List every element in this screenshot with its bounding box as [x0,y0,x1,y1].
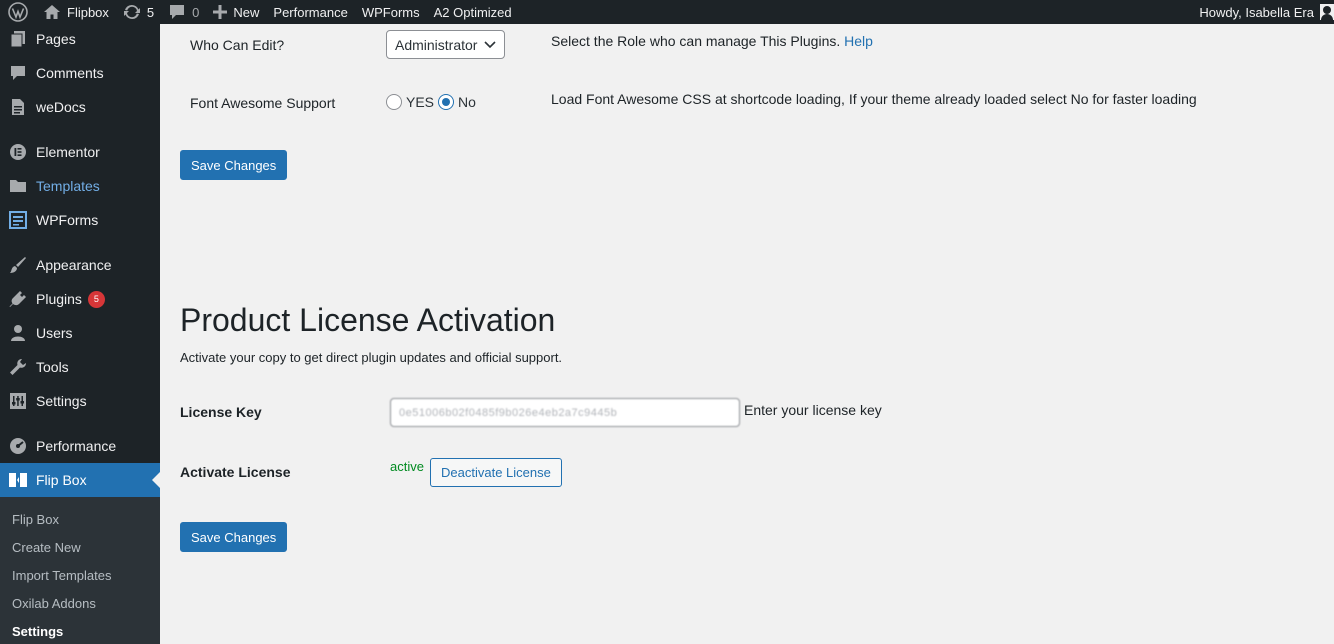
font-awesome-radio-group: YES No [386,94,476,110]
a2-optimized-label: A2 Optimized [433,4,512,20]
sidebar-item-settings[interactable]: Settings [0,384,160,418]
home-icon [44,5,60,19]
sidebar-label-templates: Templates [36,178,100,194]
comment-bubble-icon [170,5,185,19]
license-subtitle: Activate your copy to get direct plugin … [180,350,563,365]
sidebar-label-settings: Settings [36,393,87,409]
who-can-edit-desc-text: Select the Role who can manage This Plug… [551,33,841,49]
main-content: Who Can Edit? Administrator Select the R… [160,24,1334,644]
no-label: No [458,94,476,110]
sidebar-item-users[interactable]: Users [0,316,160,350]
wpforms-icon [0,211,36,229]
paintbrush-icon [0,256,36,274]
sidebar-item-wedocs[interactable]: weDocs [0,90,160,124]
font-awesome-label: Font Awesome Support [190,95,336,111]
sidebar-label-tools: Tools [36,359,69,375]
help-link[interactable]: Help [844,33,873,49]
howdy-text: Howdy, Isabella Era [1199,4,1314,20]
deactivate-license-button[interactable]: Deactivate License [430,458,562,487]
chevron-down-icon [484,40,496,48]
sidebar-item-elementor[interactable]: Elementor [0,135,160,169]
performance-icon [0,437,36,455]
document-icon [0,98,36,116]
sidebar-item-templates[interactable]: Templates [0,169,160,203]
plus-icon [213,5,228,19]
who-can-edit-value: Administrator [395,36,478,53]
font-awesome-description: Load Font Awesome CSS at shortcode loadi… [551,91,1197,107]
submenu-settings[interactable]: Settings [12,624,63,639]
sidebar-label-pages: Pages [36,31,76,47]
font-awesome-yes-radio[interactable] [386,94,402,110]
updates-count: 5 [146,4,155,20]
license-key-input[interactable]: 0e51006b02f0485f9b026e4eb2a7c9445b [390,398,740,427]
sidebar-item-plugins[interactable]: Plugins 5 [0,282,160,316]
activate-license-label: Activate License [180,464,291,480]
sidebar-label-wedocs: weDocs [36,99,86,115]
wrench-icon [0,358,36,376]
performance-label: Performance [273,4,348,20]
sidebar-label-comments: Comments [36,65,104,81]
pages-icon [0,30,36,48]
submenu-create-new[interactable]: Create New [12,540,81,555]
site-name: Flipbox [67,4,109,20]
yes-label: YES [406,94,435,110]
updates-icon [123,4,140,20]
submenu-import-templates[interactable]: Import Templates [12,568,111,583]
folder-icon [0,178,36,194]
sidebar-item-appearance[interactable]: Appearance [0,248,160,282]
plugins-update-badge: 5 [87,290,105,308]
wpforms-label: WPForms [361,4,420,20]
sidebar-item-tools[interactable]: Tools [0,350,160,384]
admin-sidebar: Pages Comments weDocs Elementor Template… [0,24,160,644]
elementor-icon [0,143,36,161]
flipbox-submenu: Flip Box Create New Import Templates Oxi… [0,497,160,644]
license-save-changes-button[interactable]: Save Changes [180,522,288,552]
plugin-icon [0,290,36,308]
who-can-edit-description: Select the Role who can manage This Plug… [551,33,873,49]
license-key-hint: Enter your license key [744,402,882,418]
sidebar-item-performance[interactable]: Performance [0,429,160,463]
who-can-edit-select[interactable]: Administrator [386,30,505,59]
who-can-edit-label: Who Can Edit? [190,37,285,53]
sidebar-label-wpforms: WPForms [36,212,99,228]
submenu-flip-box[interactable]: Flip Box [12,512,59,527]
sidebar-label-performance: Performance [36,438,117,454]
site-name-menu[interactable]: Flipbox [36,0,116,24]
avatar [1320,4,1334,20]
wpforms-menu[interactable]: WPForms [355,0,427,24]
wordpress-logo-icon [8,2,28,22]
save-changes-button[interactable]: Save Changes [180,150,288,180]
wordpress-logo-menu[interactable] [0,0,36,24]
settings-sliders-icon [0,392,36,410]
sidebar-label-plugins: Plugins [36,291,82,307]
license-status-text: active [390,459,424,474]
a2-optimized-menu[interactable]: A2 Optimized [427,0,519,24]
performance-menu[interactable]: Performance [266,0,354,24]
sidebar-item-wpforms[interactable]: WPForms [0,203,160,237]
sidebar-label-appearance: Appearance [36,257,112,273]
sidebar-label-elementor: Elementor [36,144,100,160]
submenu-oxilab-addons[interactable]: Oxilab Addons [12,596,96,611]
sidebar-item-flipbox[interactable]: Flip Box [0,463,160,497]
comments-icon [0,65,36,81]
comments-menu[interactable]: 0 [161,0,206,24]
sidebar-item-comments[interactable]: Comments [0,56,160,90]
sidebar-label-flipbox: Flip Box [36,472,87,488]
new-content-menu[interactable]: New [206,0,266,24]
admin-bar: Flipbox 5 0 New Performance WPForms A2 O… [0,0,1334,24]
sidebar-item-pages[interactable]: Pages [0,22,160,56]
license-key-label: License Key [180,404,262,420]
new-label: New [233,4,260,20]
updates-menu[interactable]: 5 [116,0,161,24]
flipbox-icon [0,471,36,489]
comments-count: 0 [192,4,200,20]
license-heading: Product License Activation [180,302,556,338]
my-account-menu[interactable]: Howdy, Isabella Era [1192,0,1334,24]
user-icon [0,324,36,342]
font-awesome-no-radio[interactable] [438,94,455,110]
sidebar-label-users: Users [36,325,73,341]
